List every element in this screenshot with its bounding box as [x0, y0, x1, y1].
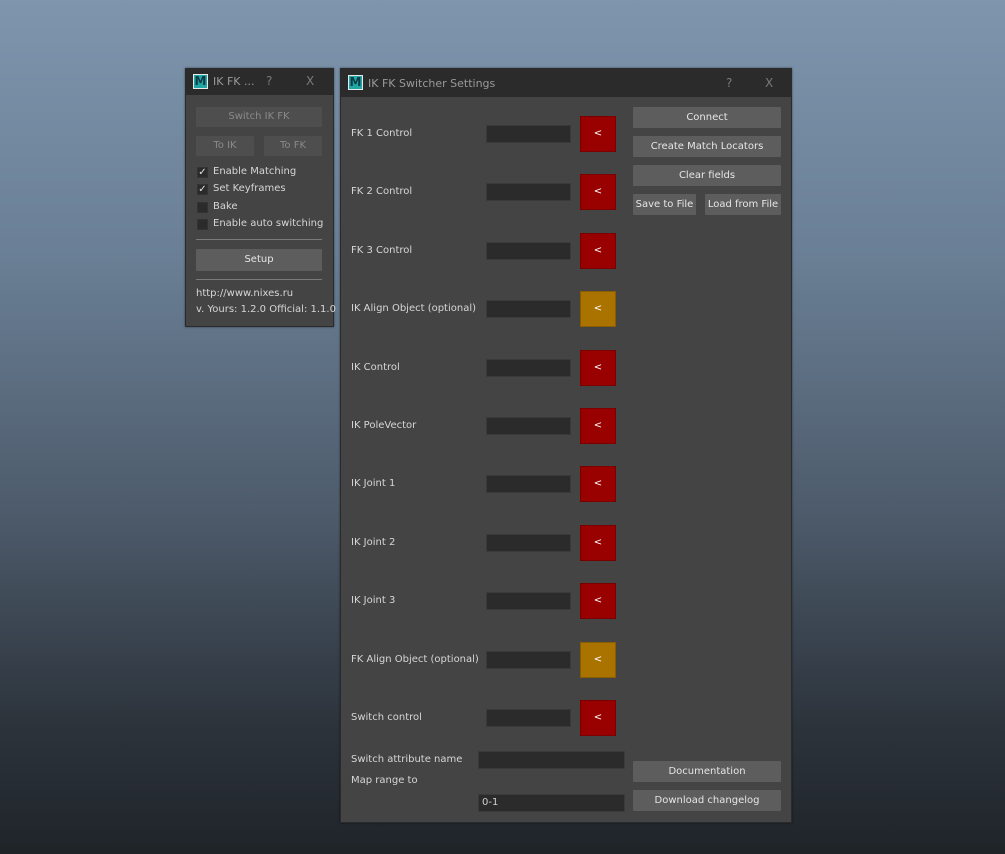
object-field[interactable] [486, 709, 571, 727]
website-link[interactable]: http://www.nixes.ru [196, 288, 293, 299]
help-icon[interactable]: ? [266, 74, 272, 88]
download-changelog-button[interactable]: Download changelog [633, 790, 781, 811]
row-label: IK Align Object (optional) [351, 303, 477, 314]
setup-button[interactable]: Setup [196, 249, 322, 271]
object-field[interactable] [486, 417, 571, 435]
pick-button[interactable]: < [580, 291, 616, 327]
switch-attribute-label: Switch attribute name [351, 754, 463, 765]
set-keyframes-label: Set Keyframes [213, 183, 286, 194]
object-field[interactable] [486, 300, 571, 318]
close-icon[interactable]: X [306, 74, 314, 88]
object-field[interactable] [486, 651, 571, 669]
switch-attribute-field[interactable] [478, 751, 625, 769]
save-to-file-button[interactable]: Save to File [633, 194, 696, 215]
pick-button[interactable]: < [580, 174, 616, 210]
pick-button[interactable]: < [580, 408, 616, 444]
map-range-field[interactable]: 0-1 [478, 794, 625, 812]
divider [196, 239, 322, 240]
object-field[interactable] [486, 125, 571, 143]
set-keyframes-checkbox[interactable]: ✓ [197, 184, 208, 195]
row-label: FK 2 Control [351, 186, 413, 197]
row-label: IK Joint 1 [351, 478, 396, 489]
mini-title-bar[interactable]: M IK FK ... ? X [186, 69, 333, 95]
to-fk-button[interactable]: To FK [264, 136, 322, 156]
to-ik-button[interactable]: To IK [196, 136, 254, 156]
pick-button[interactable]: < [580, 700, 616, 736]
object-field[interactable] [486, 534, 571, 552]
switch-ik-fk-button[interactable]: Switch IK FK [196, 107, 322, 127]
row-label: IK PoleVector [351, 420, 417, 431]
maya-logo-icon: M [348, 75, 363, 90]
help-icon[interactable]: ? [726, 76, 732, 90]
row-label: Switch control [351, 712, 422, 723]
maya-logo-icon: M [193, 74, 208, 89]
pick-button[interactable]: < [580, 116, 616, 152]
pick-button[interactable]: < [580, 642, 616, 678]
bake-label: Bake [213, 201, 238, 212]
row-label: FK 1 Control [351, 128, 413, 139]
create-match-locators-button[interactable]: Create Match Locators [633, 136, 781, 157]
settings-window-title: IK FK Switcher Settings [368, 77, 496, 90]
ik-fk-settings-window: M IK FK Switcher Settings ? X FK 1 Contr… [340, 68, 792, 823]
connect-button[interactable]: Connect [633, 107, 781, 128]
close-icon[interactable]: X [765, 76, 773, 90]
row-label: IK Control [351, 362, 400, 373]
load-from-file-button[interactable]: Load from File [705, 194, 781, 215]
enable-auto-switching-checkbox[interactable] [197, 219, 208, 230]
enable-matching-checkbox[interactable]: ✓ [197, 167, 208, 178]
pick-button[interactable]: < [580, 466, 616, 502]
version-text: v. Yours: 1.2.0 Official: 1.1.0 [196, 304, 336, 315]
object-field[interactable] [486, 475, 571, 493]
object-field[interactable] [486, 242, 571, 260]
pick-button[interactable]: < [580, 583, 616, 619]
object-field[interactable] [486, 592, 571, 610]
mini-window-title: IK FK ... [213, 75, 255, 88]
documentation-button[interactable]: Documentation [633, 761, 781, 782]
pick-button[interactable]: < [580, 233, 616, 269]
map-range-label: Map range to [351, 775, 418, 786]
row-label: IK Joint 2 [351, 537, 396, 548]
object-field[interactable] [486, 359, 571, 377]
bake-checkbox[interactable] [197, 202, 208, 213]
ik-fk-mini-window: M IK FK ... ? X Switch IK FK To IK To FK… [185, 68, 336, 327]
settings-title-bar[interactable]: M IK FK Switcher Settings ? X [341, 69, 791, 97]
clear-fields-button[interactable]: Clear fields [633, 165, 781, 186]
object-field[interactable] [486, 183, 571, 201]
row-label: FK Align Object (optional) [351, 654, 479, 665]
enable-matching-label: Enable Matching [213, 166, 297, 177]
enable-auto-switching-label: Enable auto switching [213, 218, 324, 229]
divider [196, 279, 322, 280]
row-label: FK 3 Control [351, 245, 413, 256]
pick-button[interactable]: < [580, 525, 616, 561]
pick-button[interactable]: < [580, 350, 616, 386]
row-label: IK Joint 3 [351, 595, 396, 606]
